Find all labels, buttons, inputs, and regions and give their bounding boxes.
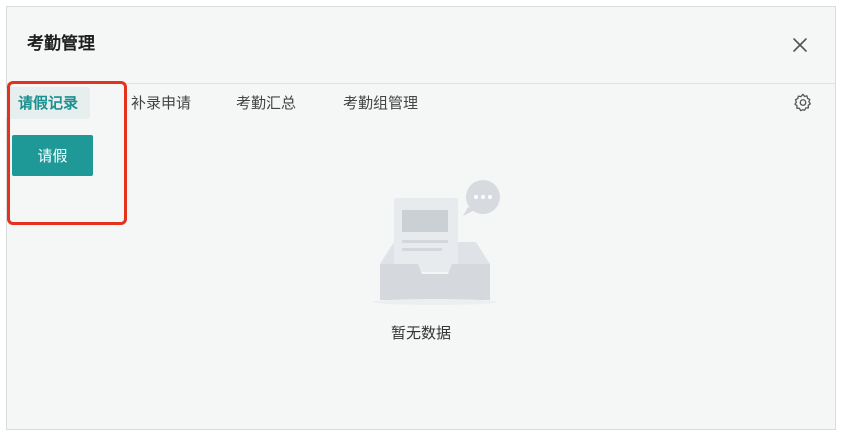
dialog-header: 考勤管理	[7, 7, 835, 84]
tab-attendance-summary[interactable]: 考勤汇总	[236, 87, 296, 119]
tab-supplement-request[interactable]: 补录申请	[131, 87, 191, 119]
leave-request-button[interactable]: 请假	[12, 135, 93, 176]
tab-attendance-group-management[interactable]: 考勤组管理	[343, 87, 418, 119]
settings-gear-icon[interactable]	[792, 92, 814, 114]
close-icon[interactable]	[791, 36, 809, 54]
tab-leave-records[interactable]: 请假记录	[6, 87, 91, 119]
empty-state-text: 暂无数据	[390, 324, 451, 342]
empty-inbox-icon	[373, 180, 500, 305]
dialog-title: 考勤管理	[27, 34, 95, 54]
